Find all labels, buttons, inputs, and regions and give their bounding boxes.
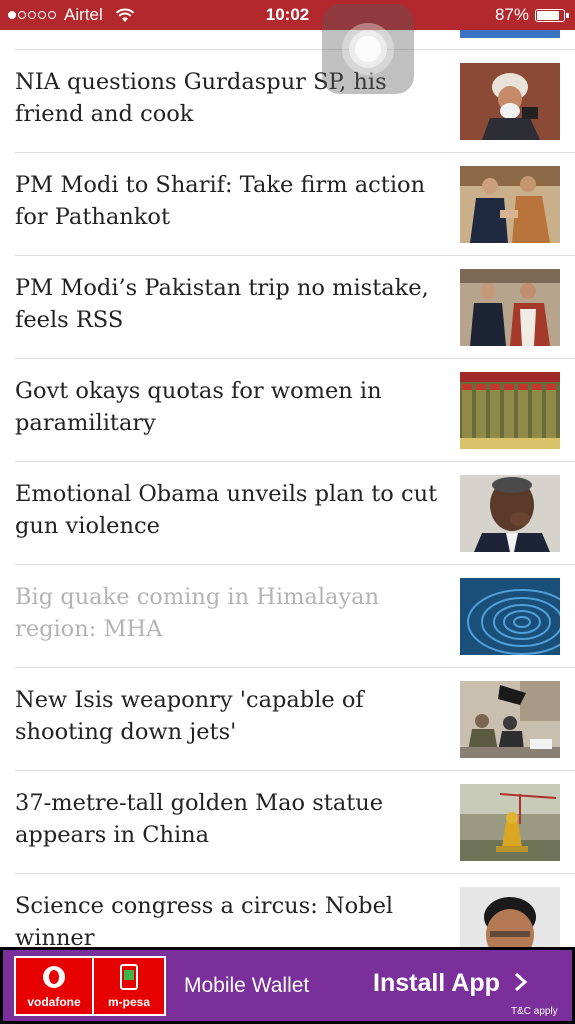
news-item[interactable]: Emotional Obama unveils plan to cut gun … bbox=[0, 462, 575, 565]
ad-banner-inner[interactable]: vodafone m-pesa Mobile Wallet Install Ap… bbox=[3, 950, 572, 1021]
news-thumbnail[interactable] bbox=[460, 475, 560, 552]
ad-brand-logos: vodafone m-pesa bbox=[14, 956, 166, 1016]
news-title[interactable]: Big quake coming in Himalayan region: MH… bbox=[15, 581, 440, 645]
news-thumbnail[interactable] bbox=[460, 269, 560, 346]
news-thumbnail[interactable] bbox=[460, 372, 560, 449]
news-title[interactable]: Govt okays quotas for women in paramilit… bbox=[15, 375, 440, 439]
news-title[interactable]: PM Modi’s Pakistan trip no mistake, feel… bbox=[15, 272, 440, 336]
assistive-touch-button[interactable] bbox=[322, 4, 414, 94]
status-bar-right: 87% bbox=[494, 5, 569, 25]
news-item[interactable]: Govt okays quotas for women in paramilit… bbox=[0, 359, 575, 462]
ad-banner[interactable]: vodafone m-pesa Mobile Wallet Install Ap… bbox=[0, 947, 575, 1024]
news-thumbnail[interactable] bbox=[460, 63, 560, 140]
news-item[interactable]: New Isis weaponry 'capable of shooting d… bbox=[0, 668, 575, 771]
news-item[interactable]: NIA questions Gurdaspur SP, his friend a… bbox=[0, 50, 575, 153]
vodafone-logo: vodafone bbox=[16, 958, 92, 1014]
news-thumbnail[interactable] bbox=[460, 578, 560, 655]
vodafone-label: vodafone bbox=[27, 995, 81, 1009]
partial-thumbnail[interactable] bbox=[460, 30, 560, 38]
news-thumbnail[interactable] bbox=[460, 784, 560, 861]
phone-icon bbox=[120, 964, 138, 990]
install-app-button[interactable]: Install App bbox=[373, 969, 529, 998]
news-item[interactable]: PM Modi to Sharif: Take firm action for … bbox=[0, 153, 575, 256]
news-title[interactable]: PM Modi to Sharif: Take firm action for … bbox=[15, 169, 440, 233]
news-title[interactable]: New Isis weaponry 'capable of shooting d… bbox=[15, 684, 440, 748]
news-title[interactable]: Emotional Obama unveils plan to cut gun … bbox=[15, 478, 440, 542]
news-title[interactable]: Science congress a circus: Nobel winner bbox=[15, 890, 440, 954]
mpesa-logo: m-pesa bbox=[94, 958, 164, 1014]
news-thumbnail[interactable] bbox=[460, 166, 560, 243]
news-title[interactable]: 37-metre-tall golden Mao statue appears … bbox=[15, 787, 440, 851]
mpesa-label: m-pesa bbox=[107, 995, 151, 1009]
install-app-label[interactable]: Install App bbox=[373, 969, 500, 997]
battery-icon bbox=[535, 8, 569, 22]
ad-tagline: Mobile Wallet bbox=[184, 974, 310, 997]
news-item[interactable]: PM Modi’s Pakistan trip no mistake, feel… bbox=[0, 256, 575, 359]
news-item[interactable]: 37-metre-tall golden Mao statue appears … bbox=[0, 771, 575, 874]
battery-percent: 87% bbox=[494, 5, 529, 24]
news-item[interactable]: Big quake coming in Himalayan region: MH… bbox=[0, 565, 575, 668]
vodafone-icon bbox=[43, 966, 65, 988]
terms-note: T&C apply bbox=[511, 1006, 558, 1017]
clock: 10:02 bbox=[265, 5, 310, 24]
news-thumbnail[interactable] bbox=[460, 681, 560, 758]
status-bar: Airtel 10:02 87% bbox=[0, 0, 575, 30]
chevron-right-icon bbox=[514, 972, 528, 992]
